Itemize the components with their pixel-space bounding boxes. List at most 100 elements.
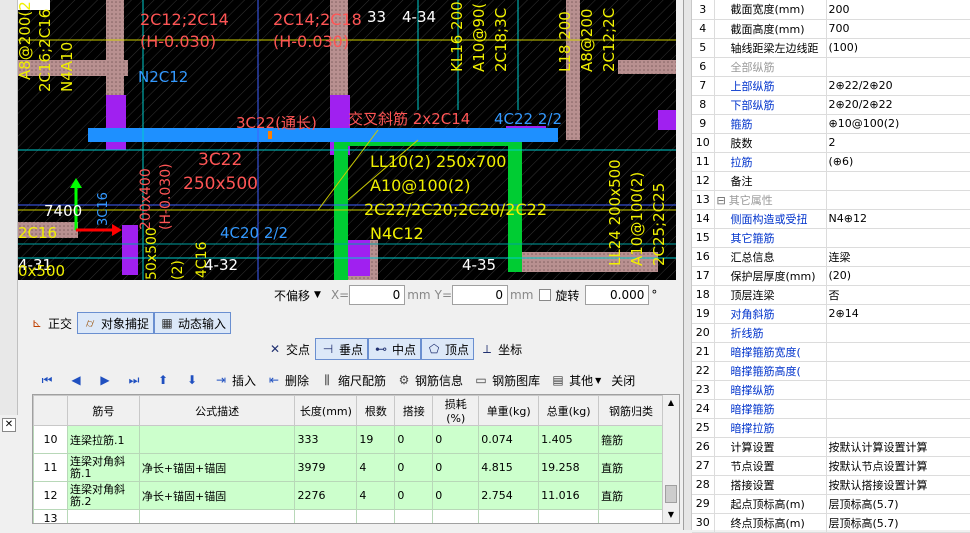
- property-value[interactable]: [826, 399, 970, 419]
- count-cell[interactable]: 4: [356, 481, 396, 510]
- close-button[interactable]: 关闭: [606, 369, 640, 391]
- category-cell[interactable]: 箍筋: [598, 425, 664, 454]
- formula-cell[interactable]: 净长+锚固+锚固: [138, 481, 296, 510]
- rebar-name-cell[interactable]: 连梁拉筋.1: [66, 425, 140, 454]
- total-weight-cell[interactable]: 11.016: [538, 481, 600, 510]
- formula-cell[interactable]: [138, 509, 296, 523]
- property-value[interactable]: 按默认搭接设置计算: [826, 475, 970, 495]
- table-row[interactable]: 12 连梁对角斜筋.2 净长+锚固+锚固 2276 4 0 0 2.754 11…: [33, 481, 664, 510]
- next-record-button[interactable]: ▶: [92, 369, 121, 391]
- column-header[interactable]: 损耗(%): [432, 395, 480, 426]
- property-value[interactable]: 200: [826, 0, 970, 20]
- lap-cell[interactable]: 0: [394, 425, 434, 454]
- total-weight-cell[interactable]: 19.258: [538, 453, 600, 482]
- property-value[interactable]: [826, 380, 970, 400]
- property-value[interactable]: 2⊕14: [826, 304, 970, 324]
- total-weight-cell[interactable]: 1.405: [538, 425, 600, 454]
- property-value[interactable]: 层顶标高(5.7): [826, 494, 970, 514]
- property-row[interactable]: 5 轴线距梁左边线距 (100): [692, 38, 970, 58]
- property-row[interactable]: 17 保护层厚度(mm) (20): [692, 266, 970, 286]
- cad-canvas[interactable]: A8@200(2) 2C16;2C16 N4A10 2C12;2C14 (H-0…: [18, 0, 676, 280]
- property-row[interactable]: 28 搭接设置 按默认搭接设置计算: [692, 475, 970, 495]
- property-value[interactable]: [826, 323, 970, 343]
- category-cell[interactable]: 直筋: [598, 481, 664, 510]
- property-value[interactable]: 700: [826, 19, 970, 39]
- ortho-button[interactable]: ⊾ 正交: [24, 312, 77, 334]
- intersection-button[interactable]: ✕ 交点: [262, 338, 315, 360]
- property-row[interactable]: 20 折线筋: [692, 323, 970, 343]
- perpendicular-button[interactable]: ⊣ 垂点: [315, 338, 369, 360]
- scale-rebar-button[interactable]: ⫼ 缩尺配筋: [314, 369, 391, 391]
- rotate-input[interactable]: 0.000: [585, 285, 650, 305]
- property-row[interactable]: 22 暗撑箍筋高度(: [692, 361, 970, 381]
- property-value[interactable]: (20): [826, 266, 970, 286]
- property-value[interactable]: N4⊕12: [826, 209, 970, 229]
- scroll-thumb[interactable]: [665, 485, 677, 503]
- property-row[interactable]: 9 箍筋 ⊕10@100(2): [692, 114, 970, 134]
- length-cell[interactable]: 333: [294, 425, 358, 454]
- table-row[interactable]: 10 连梁拉筋.1 333 19 0 0 0.074 1.405 箍筋: [33, 425, 664, 454]
- move-down-button[interactable]: ⬇: [179, 369, 208, 391]
- dynamic-input-button[interactable]: ▦ 动态输入: [154, 312, 232, 334]
- y-input[interactable]: 0: [452, 285, 508, 305]
- table-row[interactable]: 11 连梁对角斜筋.1 净长+锚固+锚固 3979 4 0 0 4.815 19…: [33, 453, 664, 482]
- count-cell[interactable]: 4: [356, 453, 396, 482]
- property-row[interactable]: 16 汇总信息 连梁: [692, 247, 970, 267]
- close-icon[interactable]: ✕: [2, 418, 16, 432]
- length-cell[interactable]: 3979: [294, 453, 358, 482]
- length-cell[interactable]: [294, 509, 358, 523]
- property-row[interactable]: 7 上部纵筋 2⊕22/2⊕20: [692, 76, 970, 96]
- property-value[interactable]: 否: [826, 285, 970, 305]
- loss-cell[interactable]: 0: [432, 481, 480, 510]
- loss-cell[interactable]: 0: [432, 425, 480, 454]
- property-row[interactable]: 3 截面宽度(mm) 200: [692, 0, 970, 20]
- property-row[interactable]: 15 其它箍筋: [692, 228, 970, 248]
- length-cell[interactable]: 2276: [294, 481, 358, 510]
- category-cell[interactable]: 直筋: [598, 453, 664, 482]
- scroll-up-arrow[interactable]: ▲: [663, 395, 679, 411]
- property-row[interactable]: 13 ⊟ 其它属性: [692, 190, 970, 210]
- unit-weight-cell[interactable]: 0.074: [478, 425, 540, 454]
- property-value[interactable]: (⊕6): [826, 152, 970, 172]
- property-row[interactable]: 26 计算设置 按默认计算设置计算: [692, 437, 970, 457]
- property-row[interactable]: 14 侧面构造或受扭 N4⊕12: [692, 209, 970, 229]
- property-row[interactable]: 18 顶层连梁 否: [692, 285, 970, 305]
- lap-cell[interactable]: 0: [394, 453, 434, 482]
- scroll-down-arrow[interactable]: ▼: [663, 507, 679, 523]
- rebar-name-cell[interactable]: 连梁对角斜筋.2: [66, 481, 140, 510]
- delete-button[interactable]: ⇤ 删除: [261, 369, 314, 391]
- property-row[interactable]: 30 终点顶标高(m) 层顶标高(5.7): [692, 513, 970, 533]
- property-value[interactable]: 2⊕20/2⊕22: [826, 95, 970, 115]
- property-row[interactable]: 6 全部纵筋: [692, 57, 970, 77]
- property-row[interactable]: 11 拉筋 (⊕6): [692, 152, 970, 172]
- property-value[interactable]: 2: [826, 133, 970, 153]
- property-row[interactable]: 25 暗撑拉筋: [692, 418, 970, 438]
- rebar-name-cell[interactable]: 连梁对角斜筋.1: [66, 453, 140, 482]
- property-row[interactable]: 29 起点顶标高(m) 层顶标高(5.7): [692, 494, 970, 514]
- loss-cell[interactable]: [432, 509, 480, 523]
- column-header[interactable]: 单重(kg): [478, 395, 540, 426]
- property-value[interactable]: [826, 228, 970, 248]
- rotate-checkbox[interactable]: [539, 289, 552, 301]
- property-value[interactable]: 按默认节点设置计算: [826, 456, 970, 476]
- count-cell[interactable]: [356, 509, 396, 523]
- property-row[interactable]: 12 备注: [692, 171, 970, 191]
- collapse-icon[interactable]: ⊟: [717, 194, 726, 207]
- column-header[interactable]: 根数: [356, 395, 396, 426]
- formula-cell[interactable]: 净长+锚固+锚固: [138, 453, 296, 482]
- column-header[interactable]: 公式描述: [138, 395, 296, 426]
- property-value[interactable]: [826, 361, 970, 381]
- property-value[interactable]: [826, 57, 970, 77]
- grid-vertical-scrollbar[interactable]: ▲ ▼: [662, 395, 679, 523]
- property-value[interactable]: (100): [826, 38, 970, 58]
- object-snap-button[interactable]: ⌭ 对象捕捉: [77, 312, 155, 334]
- total-weight-cell[interactable]: [538, 509, 600, 523]
- property-row[interactable]: 4 截面高度(mm) 700: [692, 19, 970, 39]
- property-row[interactable]: 23 暗撑纵筋: [692, 380, 970, 400]
- rebar-info-button[interactable]: ⚙ 钢筋信息: [391, 369, 468, 391]
- last-record-button[interactable]: ⏭: [121, 369, 150, 391]
- lap-cell[interactable]: 0: [394, 481, 434, 510]
- prev-record-button[interactable]: ◀: [63, 369, 92, 391]
- property-value[interactable]: 层顶标高(5.7): [826, 513, 970, 533]
- rebar-library-button[interactable]: ▭ 钢筋图库: [468, 369, 545, 391]
